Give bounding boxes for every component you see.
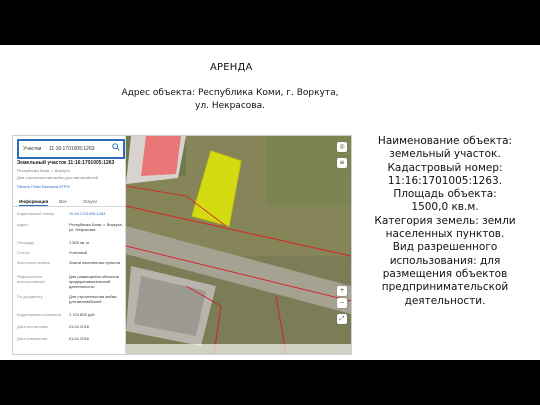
parcel-address: Республика Коми, г. Воркута [17, 168, 70, 173]
map-canvas [126, 136, 351, 354]
layers-button[interactable]: ≡ [337, 158, 347, 168]
address-line-1: Адрес объекта: Республика Коми, г. Ворку… [121, 88, 339, 98]
desc-line: земельный участок. [389, 148, 501, 161]
desc-line: использования: для [389, 254, 501, 267]
tab-all[interactable]: Все [59, 199, 67, 204]
desc-line: предпринимательской [381, 281, 509, 294]
map-footer [126, 344, 351, 354]
desc-line: размещения объектов [382, 267, 508, 280]
parcel-links[interactable]: Печать План Выписка ЕГРН [17, 184, 69, 189]
satellite-map[interactable]: ◎ ≡ + − ⤢ [126, 136, 351, 354]
zoom-in-button[interactable]: + [337, 286, 347, 296]
desc-line: населенных пунктов. [385, 228, 505, 241]
desc-line: 11:16:1701005:1263. [387, 174, 503, 187]
cadastral-map-screenshot: Участки 11:16:1701005:1263 Земельный уча… [12, 135, 352, 355]
info-panel: Участки 11:16:1701005:1263 Земельный уча… [13, 136, 126, 354]
object-description: Наименование объекта: земельный участок.… [360, 135, 530, 308]
search-type-label[interactable]: Участки [23, 146, 41, 152]
search-input[interactable]: 11:16:1701005:1263 [49, 146, 95, 152]
desc-line: 1500,0 кв.м. [411, 201, 479, 214]
map-pin-button[interactable]: ◎ [337, 142, 347, 152]
desc-line: Вид разрешенного [392, 241, 498, 254]
panel-tabs: Информация Все Услуги [13, 196, 125, 207]
parcel-purpose: Для строительства мойки для автомобилей [17, 175, 99, 180]
desc-line: Кадастровый номер: [387, 161, 503, 174]
search-icon[interactable] [112, 143, 120, 151]
desc-line: Наименование объекта: [377, 135, 513, 147]
desc-line: Площадь объекта: [393, 188, 497, 201]
tab-info[interactable]: Информация [19, 199, 49, 206]
desc-line: Категория земель: земли [374, 214, 516, 227]
address-text: Адрес объекта: Республика Коми, г. Ворку… [110, 87, 350, 113]
zoom-out-button[interactable]: − [337, 298, 347, 308]
slide: АРЕНДА Адрес объекта: Республика Коми, г… [0, 45, 540, 360]
search-box[interactable]: Участки 11:16:1701005:1263 [17, 139, 125, 159]
address-line-2: ул. Некрасова. [195, 101, 265, 111]
slide-title: АРЕНДА [210, 62, 253, 73]
tab-services[interactable]: Услуги [83, 199, 97, 204]
building-roof-red [141, 136, 181, 176]
parcel-heading: Земельный участок 11:16:1701005:1263 [17, 160, 115, 166]
fullscreen-button[interactable]: ⤢ [337, 314, 347, 324]
desc-line: деятельности. [404, 294, 486, 307]
